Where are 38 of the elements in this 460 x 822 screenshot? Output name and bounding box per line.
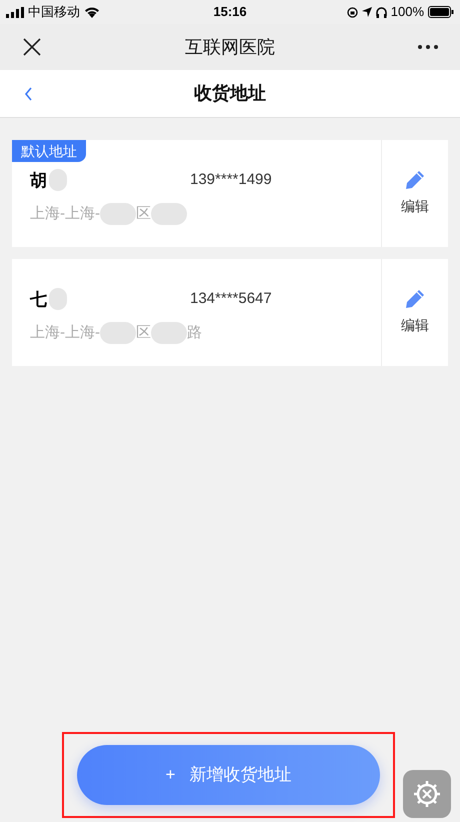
address-text: 区 xyxy=(136,204,151,224)
battery-icon xyxy=(428,6,454,18)
lock-rotation-icon xyxy=(346,6,358,18)
close-icon xyxy=(23,38,41,56)
default-badge: 默认地址 xyxy=(12,140,86,162)
page-title: 收货地址 xyxy=(193,82,267,105)
app-title: 互联网医院 xyxy=(184,36,276,58)
redaction-blur xyxy=(151,203,187,226)
status-time: 15:16 xyxy=(212,3,248,22)
edit-button[interactable]: 编辑 xyxy=(381,140,448,247)
carrier-name: 中国移动 xyxy=(28,3,80,22)
headphones-icon xyxy=(376,6,387,18)
redaction-blur xyxy=(151,322,187,344)
pencil-icon xyxy=(405,170,425,190)
phone-number: 139****1499 xyxy=(190,170,272,190)
gear-icon xyxy=(412,779,442,809)
redaction-blur xyxy=(100,322,136,344)
address-text: 上海-上海- xyxy=(30,204,100,224)
battery-percent: 100% xyxy=(390,3,424,22)
settings-button[interactable] xyxy=(403,770,451,818)
address-text: 上海-上海- xyxy=(30,323,100,343)
redaction-blur xyxy=(100,203,136,226)
more-icon xyxy=(418,45,438,49)
edit-button[interactable]: 编辑 xyxy=(381,259,448,366)
location-icon xyxy=(362,7,372,17)
redaction-blur xyxy=(49,169,67,192)
address-text: 区 xyxy=(136,323,151,343)
redaction-blur xyxy=(49,288,67,310)
recipient-name: 七 xyxy=(30,288,47,310)
phone-number: 134****5647 xyxy=(190,289,272,309)
back-icon xyxy=(24,86,33,100)
recipient-name: 胡 xyxy=(30,170,47,192)
address-text: 路 xyxy=(187,323,202,343)
signal-icon xyxy=(6,6,24,18)
wifi-icon xyxy=(84,6,100,18)
address-card[interactable]: 七 134****5647 上海-上海- 区 路 编辑 xyxy=(12,259,448,366)
address-card[interactable]: 默认地址 胡 139****1499 上海-上海- 区 编辑 xyxy=(12,140,448,247)
pencil-icon xyxy=(405,289,425,309)
